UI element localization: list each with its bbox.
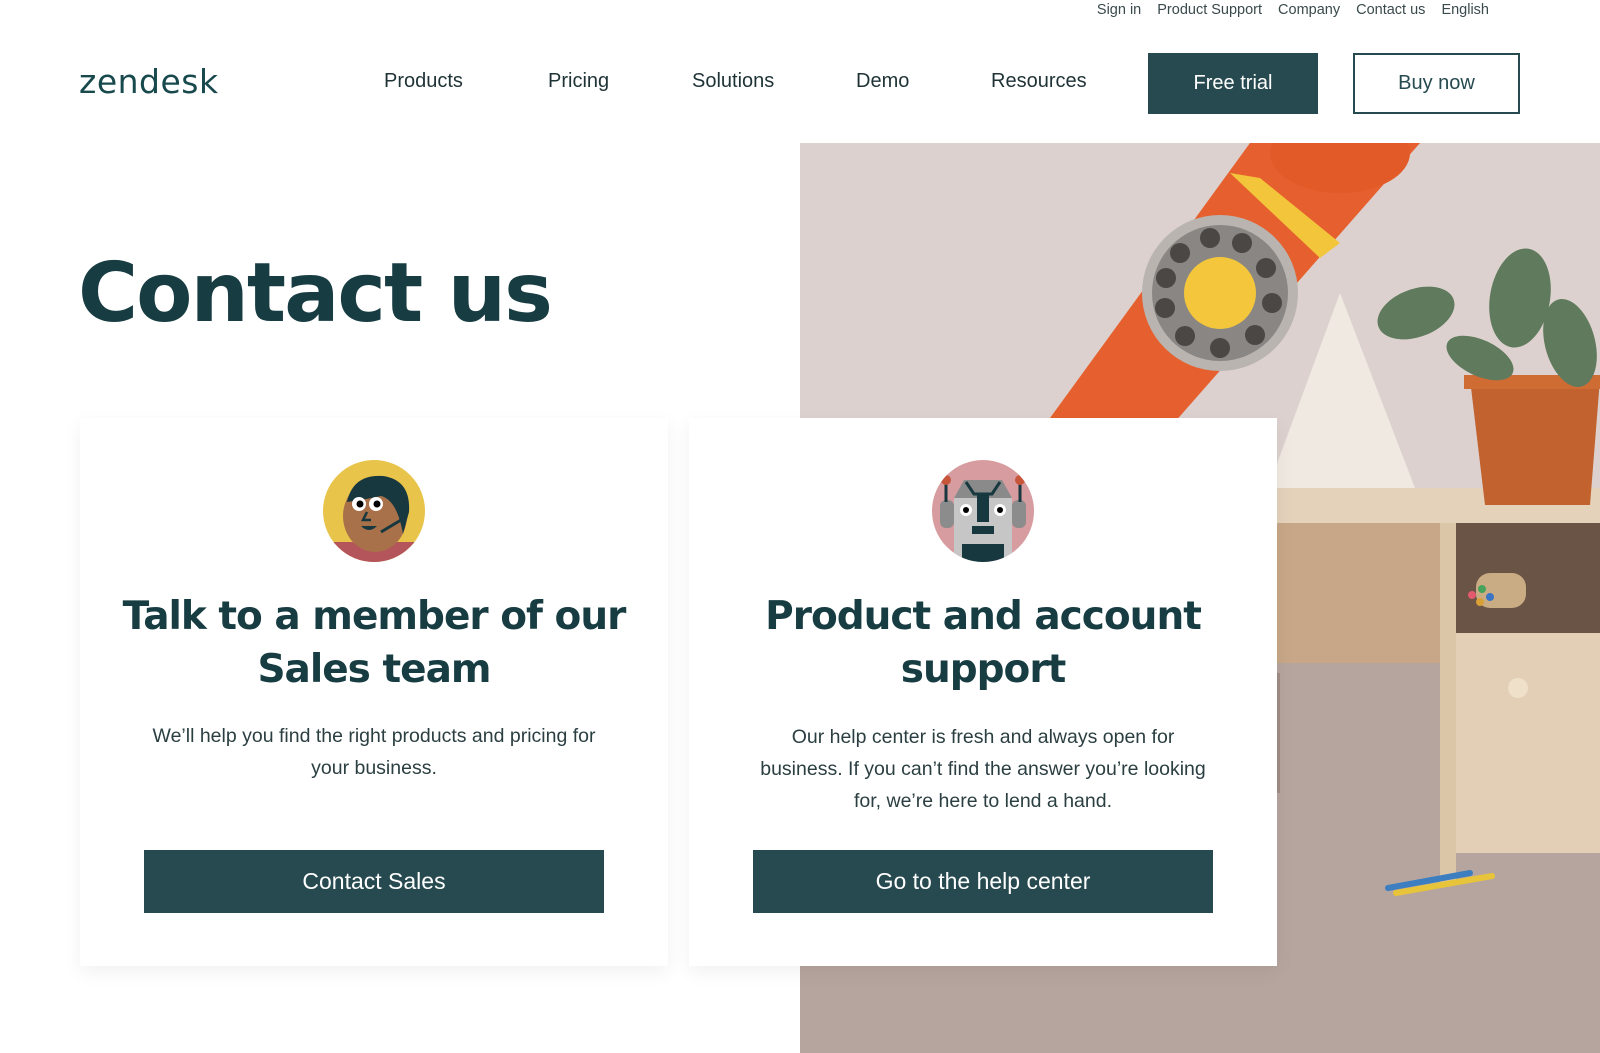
nav-pricing[interactable]: Pricing (548, 70, 609, 93)
support-card-heading: Product and account support (765, 594, 1202, 692)
desk-leg (1440, 523, 1456, 883)
desk-cubby (1456, 523, 1600, 633)
page-title: Contact us (78, 246, 553, 341)
sales-card-heading: Talk to a member of our Sales team (122, 594, 627, 692)
buy-now-button[interactable]: Buy now (1353, 53, 1520, 114)
free-trial-button[interactable]: Free trial (1148, 53, 1318, 114)
contact-us-link[interactable]: Contact us (1356, 2, 1425, 18)
support-card-body: Our help center is fresh and always open… (760, 726, 1206, 812)
sign-in-link[interactable]: Sign in (1097, 2, 1141, 18)
nav-resources[interactable]: Resources (991, 70, 1087, 93)
drawer-knob (1508, 678, 1528, 698)
company-link[interactable]: Company (1278, 2, 1340, 18)
sales-card: Talk to a member of our Sales team We’ll… (80, 418, 668, 966)
support-card: Product and account support Our help cen… (689, 418, 1277, 966)
plant-pot (1470, 379, 1600, 505)
sales-card-body: We’ll help you find the right products a… (152, 725, 596, 779)
desk-drawer (1456, 633, 1600, 853)
nav-solutions[interactable]: Solutions (692, 70, 774, 93)
product-support-link[interactable]: Product Support (1157, 2, 1262, 18)
nav-demo[interactable]: Demo (856, 70, 909, 93)
nav-products[interactable]: Products (384, 70, 463, 93)
language-selector[interactable]: English (1441, 2, 1489, 18)
utility-nav: Sign in Product Support Company Contact … (1097, 2, 1489, 18)
robot-avatar-icon (932, 460, 1034, 562)
zendesk-logo[interactable]: zendesk (79, 62, 219, 101)
agent-avatar-icon (323, 460, 425, 562)
contact-sales-button[interactable]: Contact Sales (144, 850, 604, 913)
help-center-button[interactable]: Go to the help center (753, 850, 1213, 913)
